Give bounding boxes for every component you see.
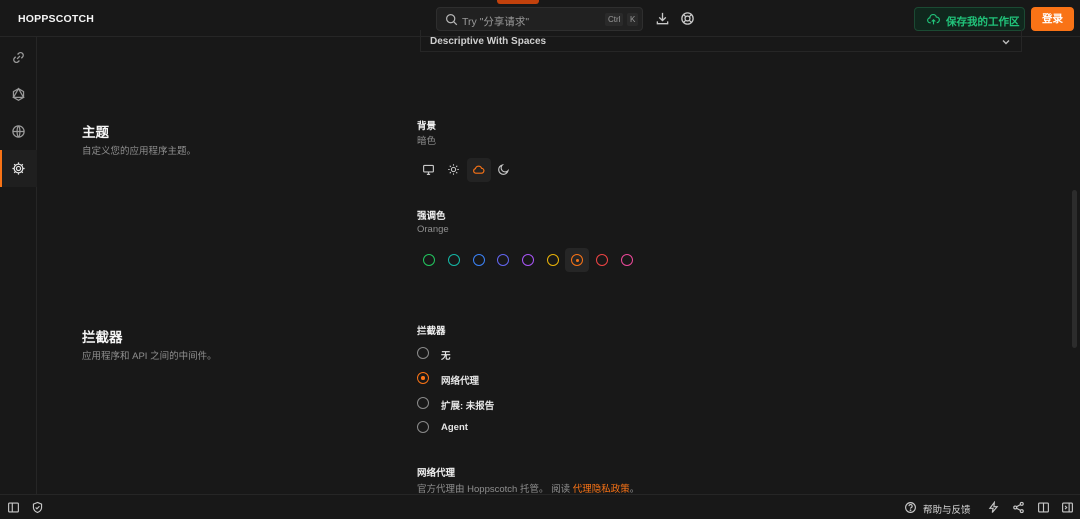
background-black-button[interactable] (492, 158, 516, 182)
interceptor-description: 应用程序和 API 之间的中间件。 (82, 351, 217, 362)
app-brand[interactable]: HOPPSCOTCH (18, 13, 94, 25)
shortcut-k: K (627, 13, 639, 26)
sidebar-item-graphql[interactable] (0, 76, 37, 113)
cloud-icon (473, 165, 485, 174)
footer: 帮助与反馈 (0, 494, 1080, 519)
sun-icon (448, 164, 459, 175)
moon-icon (498, 163, 510, 175)
support-icon[interactable] (680, 11, 695, 26)
save-workspace-button[interactable]: 保存我的工作区 (914, 7, 1025, 31)
accent-teal[interactable] (442, 248, 466, 272)
share-icon[interactable] (1012, 501, 1025, 514)
help-icon (905, 502, 916, 513)
cloud-upload-icon (927, 13, 940, 25)
globe-icon (12, 125, 25, 138)
accent-orange[interactable] (565, 248, 589, 272)
accent-indicator (497, 0, 539, 4)
sidebar-item-settings[interactable] (0, 150, 37, 187)
shortcut-ctrl: Ctrl (605, 13, 624, 26)
interceptor-title: 拦截器 (82, 330, 123, 345)
radio-label: 网络代理 (441, 376, 480, 387)
split-layout-icon[interactable] (1037, 501, 1050, 514)
lightning-icon[interactable] (987, 501, 1000, 514)
accent-green[interactable] (417, 248, 441, 272)
sidebar (0, 37, 37, 494)
login-button[interactable]: 登录 (1031, 7, 1074, 31)
radio-circle (417, 372, 429, 384)
radio-label: 扩展: 未报告 (441, 401, 495, 412)
search-placeholder: Try "分享请求" (462, 16, 530, 28)
accent-label: 强调色 (417, 211, 446, 222)
monitor-icon (423, 164, 434, 175)
search-icon (446, 14, 458, 26)
interceptor-option-none[interactable]: 无 (417, 345, 537, 362)
radio-circle (417, 421, 429, 433)
accent-red[interactable] (590, 248, 614, 272)
proxy-title: 网络代理 (417, 468, 456, 479)
interceptor-option-agent[interactable]: Agent (417, 419, 537, 435)
download-icon[interactable] (655, 11, 670, 26)
search-input[interactable]: Try "分享请求" Ctrl K (436, 7, 643, 31)
radio-circle (417, 397, 429, 409)
radio-label: 无 (441, 351, 451, 362)
radio-circle (417, 347, 429, 359)
background-label: 背景 (417, 121, 437, 132)
scrollbar[interactable] (1072, 190, 1077, 348)
accent-purple[interactable] (516, 248, 540, 272)
request-naming-value: Descriptive With Spaces (430, 36, 547, 47)
interceptor-option-proxy[interactable]: 网络代理 (417, 370, 537, 387)
accent-indigo[interactable] (491, 248, 515, 272)
panel-right-icon[interactable] (1061, 501, 1074, 514)
accent-pink[interactable] (615, 248, 639, 272)
request-naming-select[interactable]: Descriptive With Spaces (420, 30, 1022, 52)
link-icon (13, 51, 24, 64)
gear-icon (12, 162, 25, 175)
background-system-button[interactable] (417, 158, 441, 182)
radio-label: Agent (441, 422, 468, 433)
accent-value: Orange (417, 224, 449, 235)
background-value: 暗色 (417, 136, 437, 147)
graphql-icon (12, 87, 25, 102)
help-feedback-label: 帮助与反馈 (923, 505, 971, 516)
accent-yellow[interactable] (541, 248, 565, 272)
proxy-note: 官方代理由 Hoppscotch 托管。 阅读 代理隐私政策。 (417, 481, 639, 495)
interceptor-label: 拦截器 (417, 326, 446, 337)
background-light-button[interactable] (442, 158, 466, 182)
interceptor-option-extension[interactable]: 扩展: 未报告 (417, 395, 537, 412)
theme-title: 主题 (82, 125, 109, 140)
sidebar-toggle-icon[interactable] (7, 501, 20, 514)
sidebar-item-rest[interactable] (0, 39, 37, 76)
chevron-down-icon (1002, 40, 1010, 45)
theme-description: 自定义您的应用程序主题。 (82, 146, 197, 157)
accent-blue[interactable] (467, 248, 491, 272)
sidebar-item-realtime[interactable] (0, 113, 37, 150)
save-workspace-label: 保存我的工作区 (946, 16, 1020, 28)
background-dark-button[interactable] (467, 158, 491, 182)
shield-icon[interactable] (31, 501, 44, 514)
